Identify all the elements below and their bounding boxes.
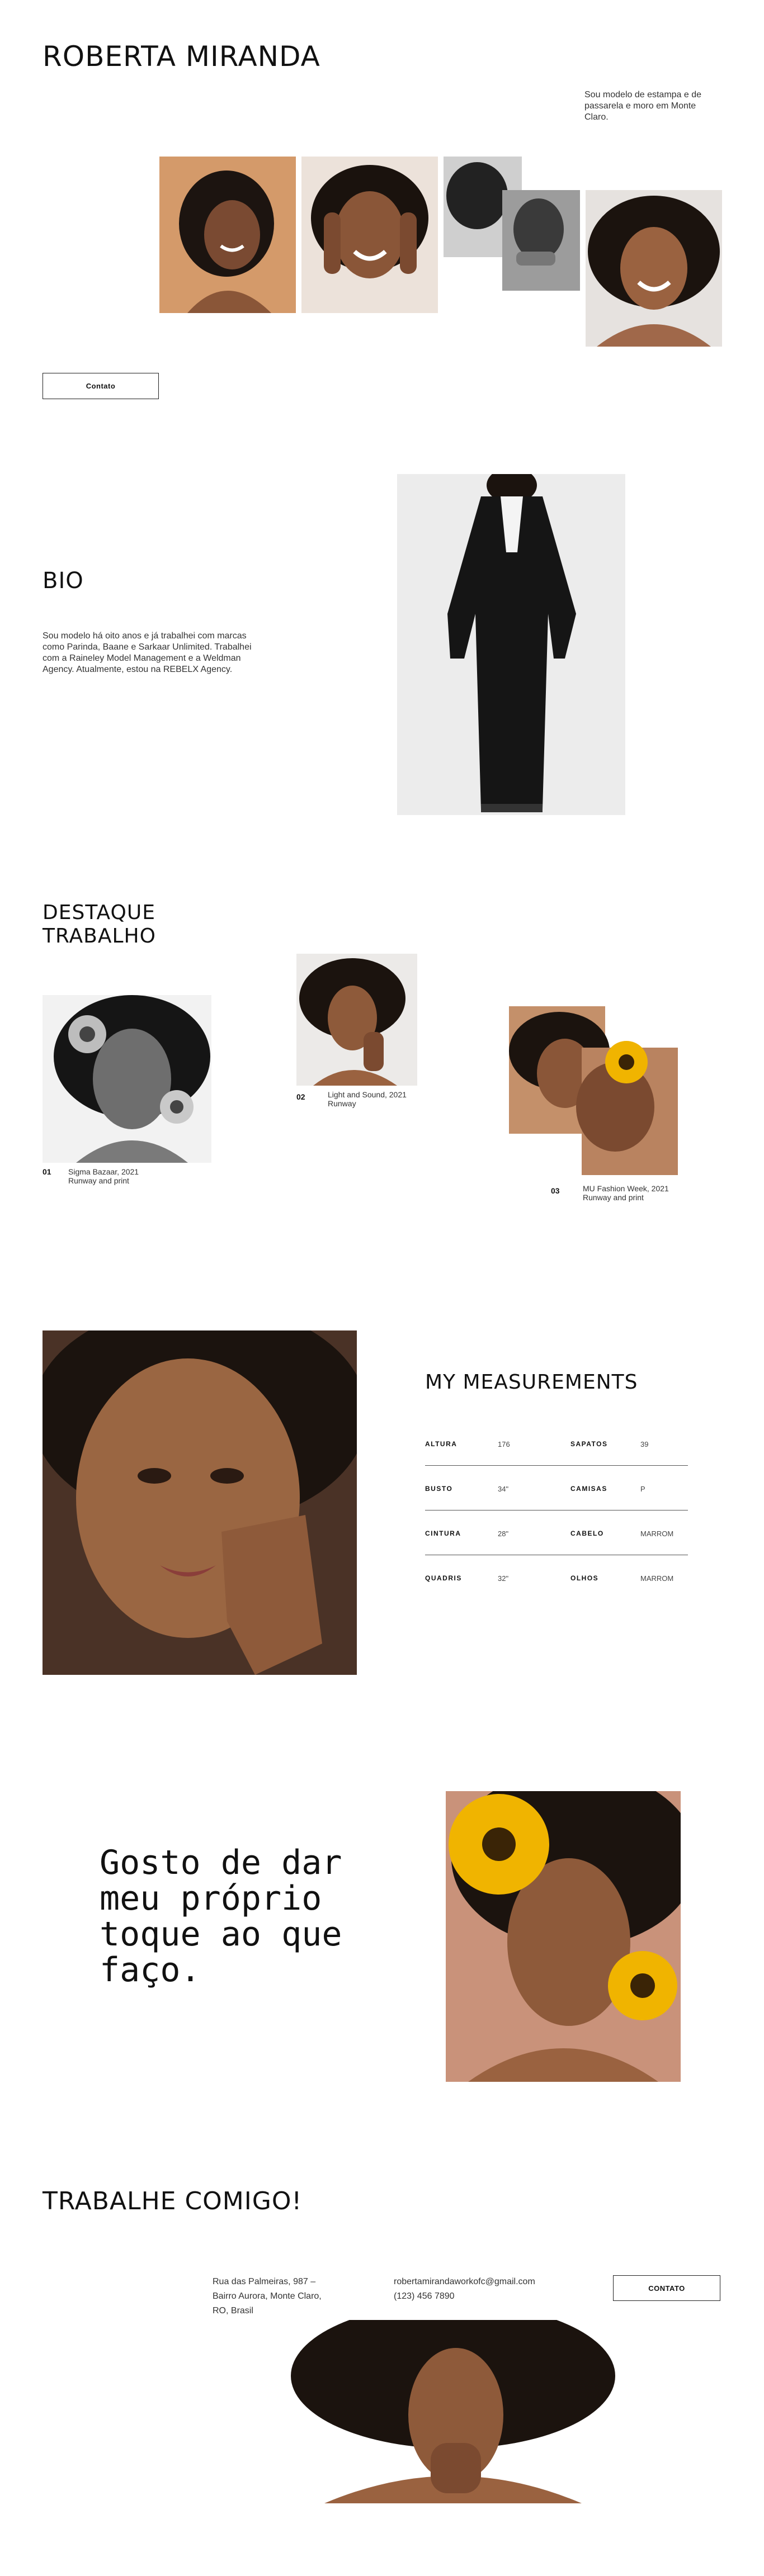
contact-phone[interactable]: (123) 456 7890 xyxy=(394,2291,455,2302)
measurement-label: QUADRIS xyxy=(425,1574,462,1582)
featured-caption-1b: Runway and print xyxy=(68,1176,129,1185)
site-title: ROBERTA MIRANDA xyxy=(43,40,320,73)
featured-photo-1[interactable] xyxy=(43,995,211,1163)
measurement-label: SAPATOS xyxy=(570,1440,608,1448)
address-line-1: Rua das Palmeiras, 987 – xyxy=(213,2277,316,2286)
featured-title-line1: DESTAQUE xyxy=(43,901,155,924)
header-photo-3 xyxy=(444,157,580,291)
featured-photo-3[interactable] xyxy=(509,1006,678,1175)
quote-line-4: faço. xyxy=(100,1950,201,1990)
header-photo-4 xyxy=(586,190,722,347)
measurement-row: BUSTO 34" CAMISAS P xyxy=(425,1466,688,1510)
featured-caption-1a: Sigma Bazaar, 2021 xyxy=(68,1167,139,1176)
header-photo-1 xyxy=(159,157,296,313)
address-line-2: Bairro Aurora, Monte Claro, xyxy=(213,2291,322,2301)
measurement-label: BUSTO xyxy=(425,1485,453,1493)
bio-text: Sou modelo há oito anos e já trabalhei c… xyxy=(43,631,252,674)
contact-button-header[interactable]: Contato xyxy=(43,373,159,399)
featured-caption-3a: MU Fashion Week, 2021 xyxy=(583,1184,669,1193)
quote-photo xyxy=(446,1791,681,2082)
contact-photo xyxy=(291,2320,615,2503)
featured-title-line2: TRABALHO xyxy=(43,925,156,948)
measurement-row: QUADRIS 32" OLHOS MARROM xyxy=(425,1555,688,1600)
header-photo-2 xyxy=(301,157,438,313)
featured-num-2: 02 xyxy=(296,1092,305,1101)
measurement-row: ALTURA 176 SAPATOS 39 xyxy=(425,1421,688,1466)
bio-title: BIO xyxy=(43,568,84,594)
measurement-label: CABELO xyxy=(570,1530,604,1537)
measurement-label: OLHOS xyxy=(570,1574,599,1582)
measurement-value: 28" xyxy=(498,1530,509,1538)
measurement-label: CAMISAS xyxy=(570,1485,607,1493)
measurement-label: CINTURA xyxy=(425,1530,461,1537)
measurements-photo xyxy=(43,1330,357,1675)
contact-email[interactable]: robertamirandaworkofc@gmail.com xyxy=(394,2276,535,2288)
featured-num-1: 01 xyxy=(43,1167,51,1176)
measurement-row: CINTURA 28" CABELO MARROM xyxy=(425,1510,688,1555)
quote-line-1: Gosto de dar xyxy=(100,1843,342,1882)
bio-photo xyxy=(397,474,625,815)
featured-caption-2a: Light and Sound, 2021 xyxy=(328,1090,407,1099)
measurement-value: 39 xyxy=(640,1440,649,1448)
measurement-value: 34" xyxy=(498,1485,509,1493)
featured-caption-3b: Runway and print xyxy=(583,1193,644,1202)
measurement-value: MARROM xyxy=(640,1574,674,1583)
measurement-value: 176 xyxy=(498,1440,510,1448)
intro-text: Sou modelo de estampa e de passarela e m… xyxy=(584,90,702,122)
address-line-3: RO, Brasil xyxy=(213,2306,253,2315)
quote-line-2: meu próprio xyxy=(100,1879,322,1918)
measurement-value: MARROM xyxy=(640,1530,674,1538)
featured-num-3: 03 xyxy=(551,1186,560,1195)
featured-caption-2b: Runway xyxy=(328,1099,356,1108)
contact-title: TRABALHE COMIGO! xyxy=(43,2187,303,2215)
measurement-value: P xyxy=(640,1485,645,1493)
quote-line-3: toque ao que xyxy=(100,1915,342,1954)
contact-button-footer[interactable]: CONTATO xyxy=(613,2275,720,2301)
measurement-value: 32" xyxy=(498,1574,509,1583)
measurement-label: ALTURA xyxy=(425,1440,458,1448)
measurements-title: MY MEASUREMENTS xyxy=(425,1371,638,1394)
featured-photo-2[interactable] xyxy=(296,954,417,1086)
